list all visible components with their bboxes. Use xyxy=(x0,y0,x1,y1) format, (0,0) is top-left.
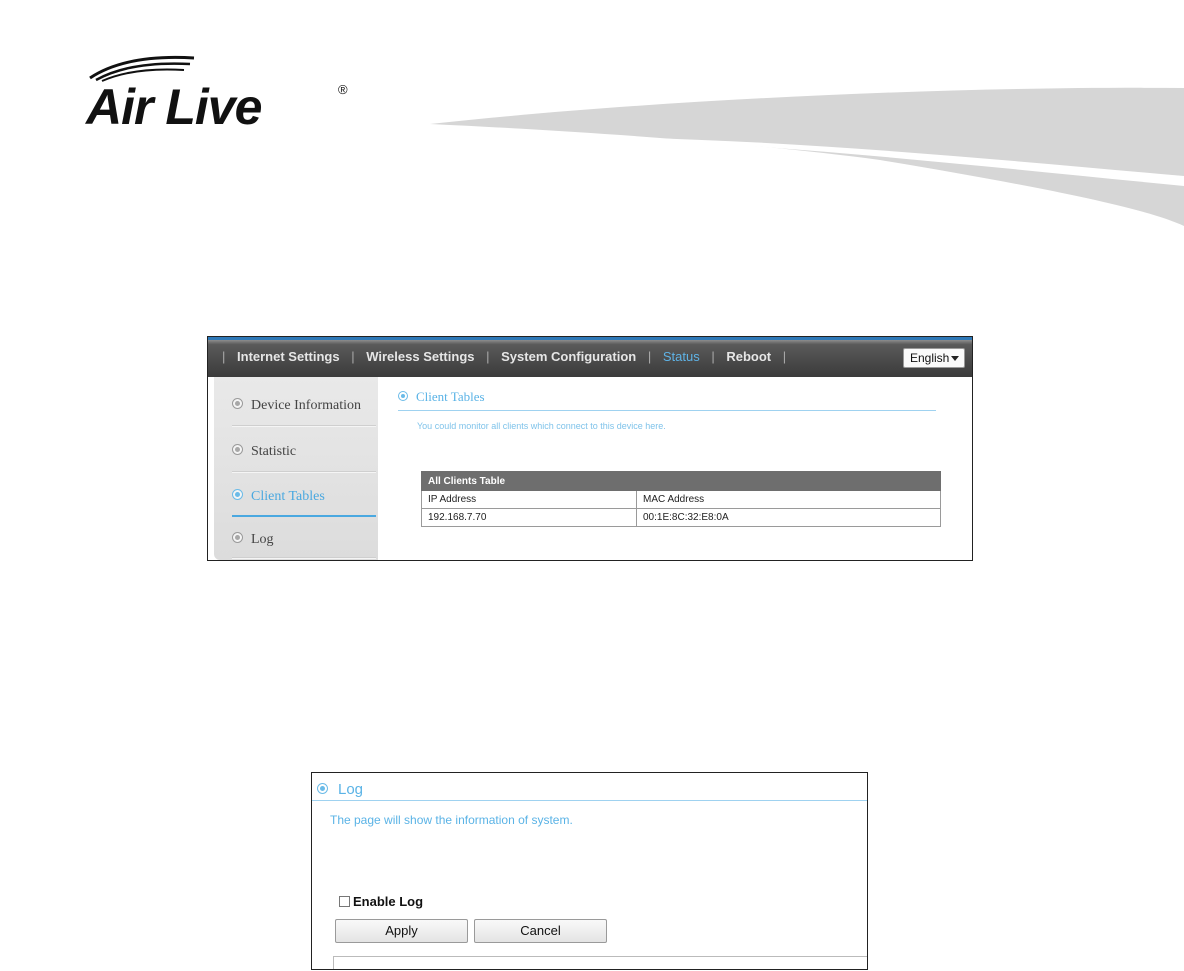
circle-bullet-icon xyxy=(232,489,243,500)
nav-system-configuration[interactable]: System Configuration xyxy=(501,349,636,364)
sidebar-item-label: Log xyxy=(251,532,274,547)
circle-bullet-icon xyxy=(398,391,408,401)
sidebar-active-underline xyxy=(232,515,376,517)
apply-button[interactable]: Apply xyxy=(335,919,468,943)
nav-status[interactable]: Status xyxy=(663,349,700,364)
sidebar-item-device-information[interactable]: Device Information xyxy=(232,398,361,414)
sidebar-divider xyxy=(232,471,376,473)
sidebar-divider xyxy=(232,557,376,559)
page-description: You could monitor all clients which conn… xyxy=(417,421,666,431)
cell-mac-address: 00:1E:8C:32:E8:0A xyxy=(636,508,941,527)
sidebar-item-label: Statistic xyxy=(251,444,297,459)
column-header-mac-address: MAC Address xyxy=(636,490,941,509)
cell-ip-address: 192.168.7.70 xyxy=(421,508,637,527)
sidebar-item-statistic[interactable]: Statistic xyxy=(232,444,296,460)
nav-separator: | xyxy=(486,349,490,364)
all-clients-table: All Clients Table IP Address MAC Address… xyxy=(421,471,941,527)
table-title: All Clients Table xyxy=(421,471,941,491)
sidebar-item-client-tables[interactable]: Client Tables xyxy=(232,489,325,505)
nav-separator: | xyxy=(222,349,226,364)
circle-bullet-icon xyxy=(317,783,328,794)
title-divider xyxy=(398,410,936,411)
enable-log-option: Enable Log xyxy=(339,894,423,909)
table-header-row: IP Address MAC Address xyxy=(421,490,941,509)
sidebar-item-label: Device Information xyxy=(251,398,362,413)
table-row: 192.168.7.70 00:1E:8C:32:E8:0A xyxy=(421,508,941,527)
language-select[interactable]: English xyxy=(903,348,965,368)
nav-separator: | xyxy=(782,349,787,364)
cancel-button[interactable]: Cancel xyxy=(474,919,607,943)
log-title-text: Log xyxy=(338,781,364,798)
header-swoosh xyxy=(430,87,1184,226)
top-navbar: | Internet Settings | Wireless Settings … xyxy=(208,337,972,377)
title-divider xyxy=(312,800,867,801)
nav-separator: | xyxy=(647,349,652,364)
log-screenshot: Log The page will show the information o… xyxy=(311,772,868,970)
nav-separator: | xyxy=(351,349,355,364)
log-output-textarea[interactable] xyxy=(333,956,867,969)
circle-bullet-icon xyxy=(232,532,243,543)
log-page-title: Log xyxy=(317,781,363,798)
page-title-text: Client Tables xyxy=(416,389,485,404)
log-description: The page will show the information of sy… xyxy=(330,813,573,827)
chevron-down-icon xyxy=(951,356,959,361)
column-header-ip-address: IP Address xyxy=(421,490,637,509)
circle-bullet-icon xyxy=(232,398,243,409)
sidebar-divider xyxy=(232,425,376,427)
page-title: Client Tables xyxy=(398,389,485,405)
nav-separator: | xyxy=(711,349,715,364)
enable-log-label: Enable Log xyxy=(353,894,424,909)
nav-menu: | Internet Settings | Wireless Settings … xyxy=(214,349,794,364)
language-select-value: English xyxy=(910,351,950,365)
sidebar-item-log[interactable]: Log xyxy=(232,532,274,548)
client-tables-screenshot: | Internet Settings | Wireless Settings … xyxy=(207,336,973,561)
enable-log-checkbox[interactable] xyxy=(339,896,350,907)
nav-reboot[interactable]: Reboot xyxy=(726,349,771,364)
status-sidebar: Device Information Statistic Client Tabl… xyxy=(214,377,378,560)
circle-bullet-icon xyxy=(232,444,243,455)
nav-internet-settings[interactable]: Internet Settings xyxy=(237,349,340,364)
sidebar-item-label: Client Tables xyxy=(251,489,325,504)
nav-wireless-settings[interactable]: Wireless Settings xyxy=(366,349,474,364)
